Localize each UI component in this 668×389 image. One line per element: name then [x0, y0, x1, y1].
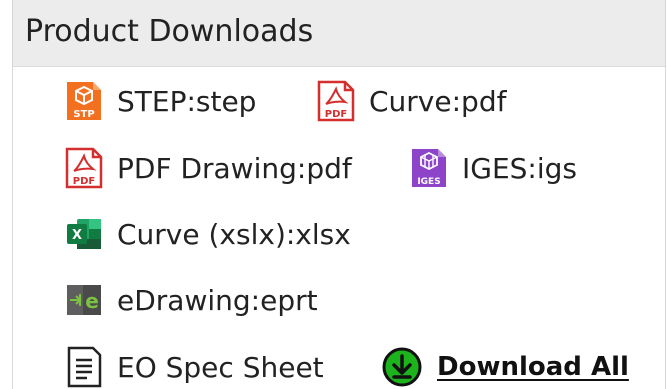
panel-title: Product Downloads [25, 14, 314, 49]
download-pdf-drawing-link[interactable]: PDF PDF Drawing:pdf [65, 147, 352, 189]
product-downloads-panel: Product Downloads STP STEP:step PDF Curv… [12, 0, 666, 389]
download-circle-icon [382, 347, 422, 387]
download-all-label: Download All [437, 352, 629, 382]
download-curve-pdf-link[interactable]: PDF Curve:pdf [317, 80, 506, 122]
svg-text:IGES: IGES [417, 177, 440, 187]
download-label: Curve (xslx):xlsx [117, 217, 351, 251]
pdf-file-icon: PDF [317, 80, 355, 122]
download-all-link[interactable]: Download All [381, 346, 629, 388]
download-iges-link[interactable]: IGES IGES:igs [410, 147, 577, 189]
svg-text:e: e [85, 289, 99, 313]
svg-text:STP: STP [73, 109, 94, 120]
download-eo-spec-sheet-link[interactable]: EO Spec Sheet [65, 346, 324, 388]
download-label: eDrawing:eprt [117, 283, 318, 317]
download-label: PDF Drawing:pdf [117, 151, 352, 185]
download-curve-xlsx-link[interactable]: X Curve (xslx):xlsx [65, 213, 351, 255]
excel-file-icon: X [67, 219, 101, 249]
download-label: EO Spec Sheet [117, 350, 324, 384]
download-edrawing-link[interactable]: e eDrawing:eprt [65, 279, 318, 321]
iges-file-icon: IGES [412, 149, 446, 187]
svg-text:PDF: PDF [73, 176, 95, 187]
download-label: STEP:step [117, 84, 257, 118]
pdf-file-icon: PDF [65, 147, 103, 189]
document-icon [67, 346, 102, 388]
svg-text:PDF: PDF [325, 109, 347, 120]
download-label: Curve:pdf [369, 84, 507, 118]
download-label: IGES:igs [462, 151, 577, 185]
edrawing-file-icon: e [67, 285, 101, 315]
step-file-icon: STP [67, 82, 101, 120]
svg-text:X: X [72, 228, 82, 243]
download-step-link[interactable]: STP STEP:step [65, 80, 256, 122]
panel-header: Product Downloads [13, 0, 665, 67]
